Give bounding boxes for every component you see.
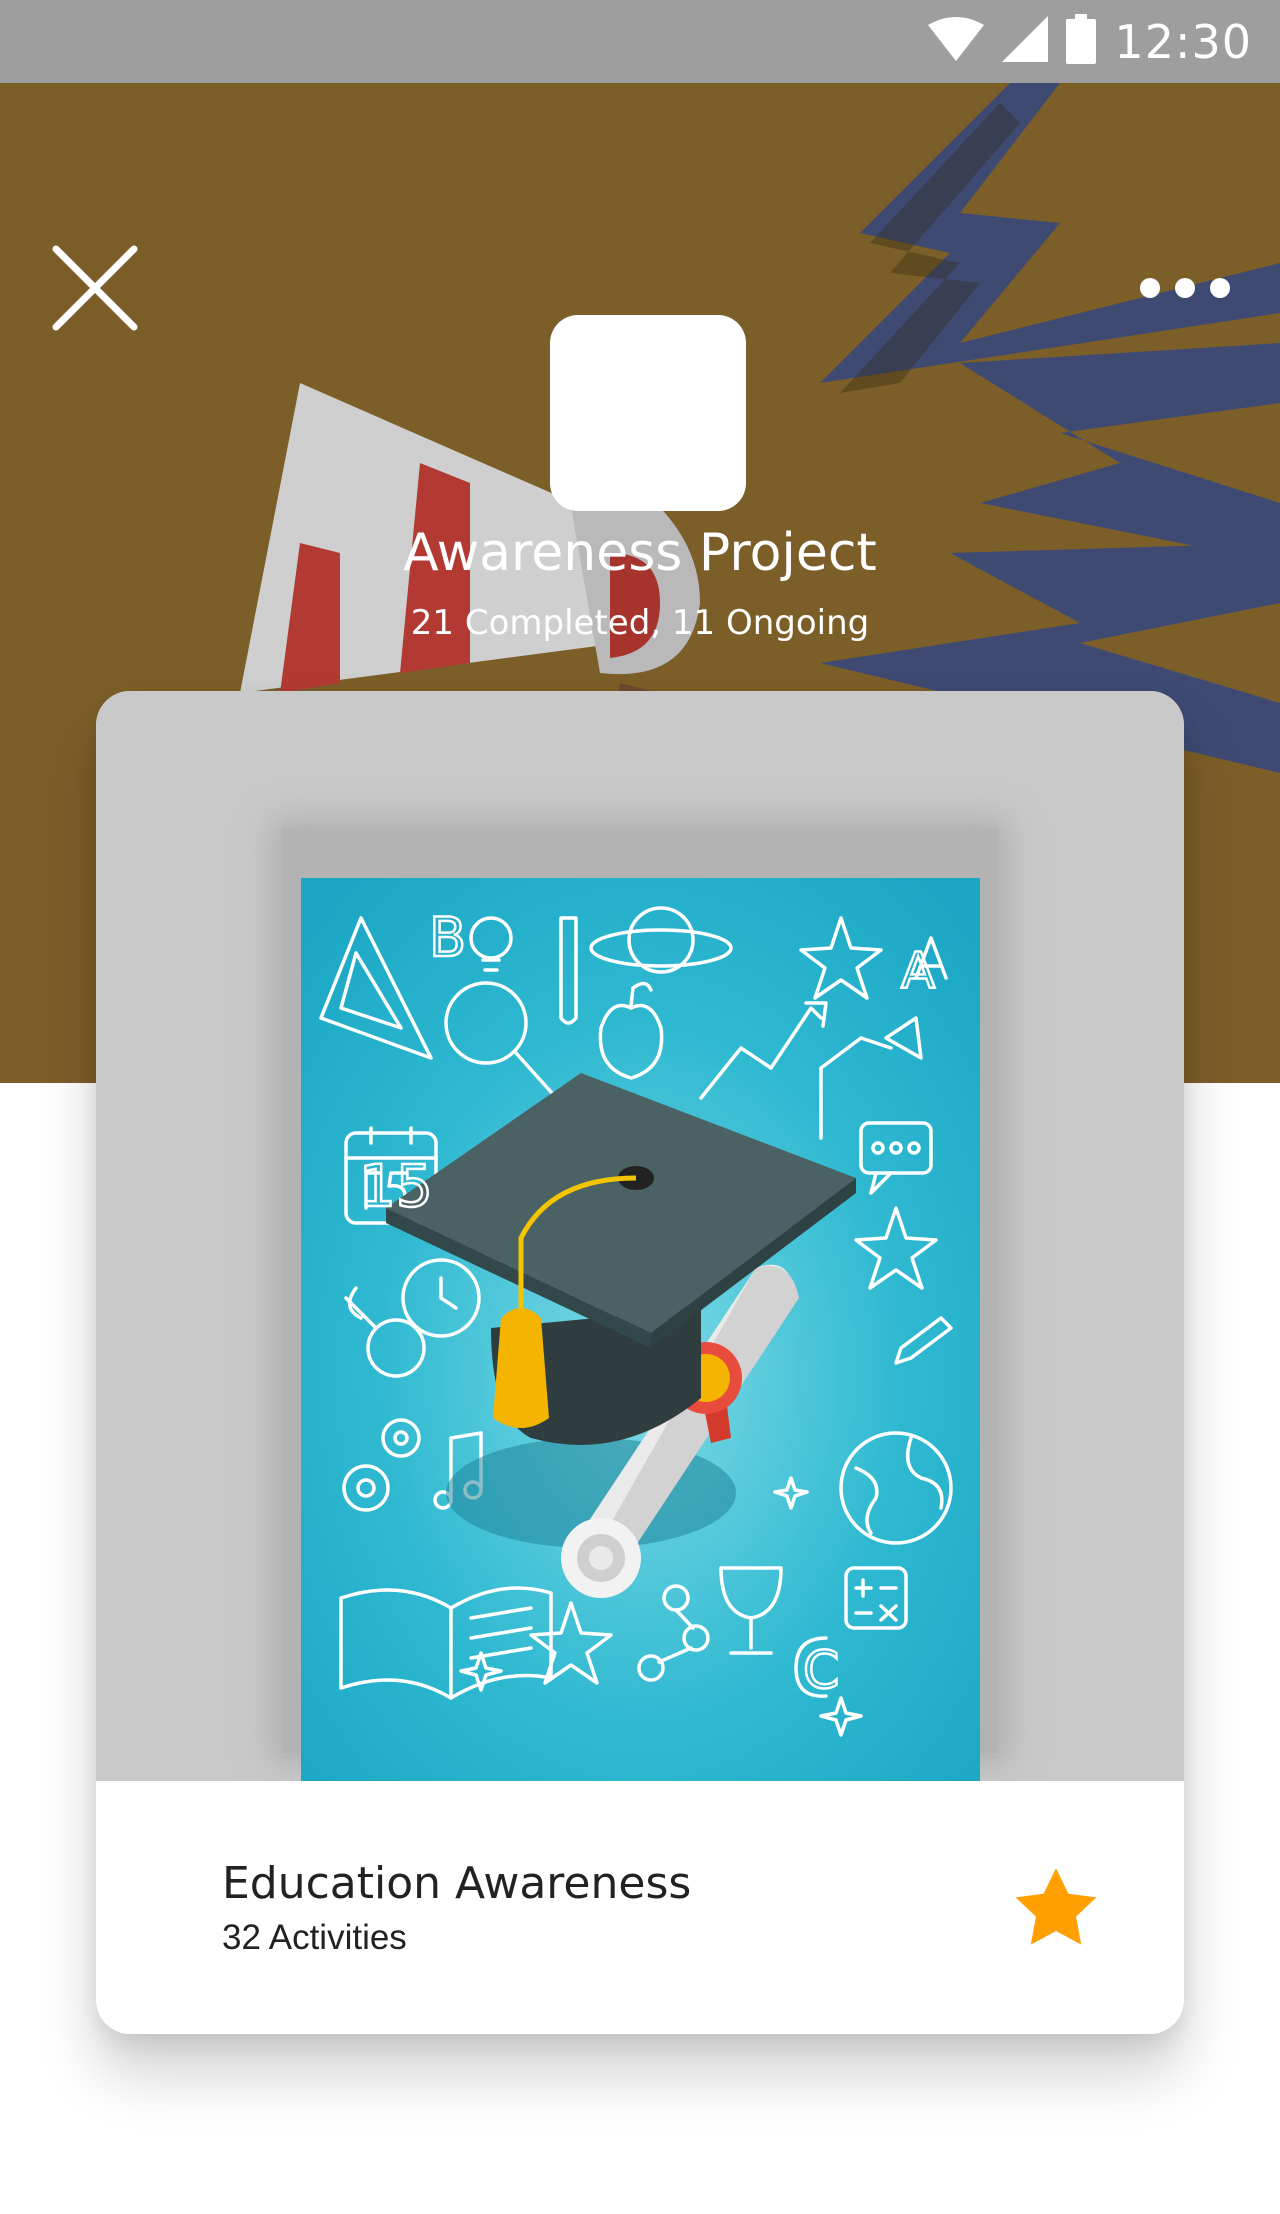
more-options-button[interactable] [1140,268,1230,308]
more-dot-icon [1210,278,1230,298]
campaign-title: Education Awareness [222,1858,692,1909]
poster-letter: C [803,1641,839,1701]
project-logo [550,315,746,511]
favorite-button[interactable] [1008,1861,1104,1957]
project-detail-screen: 12:30 Awareness Project 21 Completed, 11… [0,0,1280,2214]
battery-icon [1066,14,1097,69]
campaign-card[interactable]: B A C 15 Education Awareness 32 Activiti… [96,691,1184,2034]
activities-count: 32 Activities [222,1918,407,1957]
cell-signal-icon [1002,16,1049,67]
close-icon [52,245,138,331]
poster-calendar-day: 15 [359,1152,433,1220]
education-poster-image: B A C 15 [301,878,980,1781]
more-dot-icon [1175,278,1195,298]
wifi-icon [928,17,985,66]
graduation-poster: B A C 15 [301,878,980,1781]
card-image-area: B A C 15 [96,691,1184,1781]
poster-letter: A [901,942,935,1000]
project-subtitle: 21 Completed, 11 Ongoing [410,603,870,643]
more-dot-icon [1140,278,1160,298]
status-time: 12:30 [1114,14,1252,69]
project-title: Awareness Project [403,523,877,583]
status-bar: 12:30 [0,0,1280,83]
poster-letter: B [429,906,466,969]
star-icon [1015,1868,1097,1945]
close-button[interactable] [50,243,140,333]
